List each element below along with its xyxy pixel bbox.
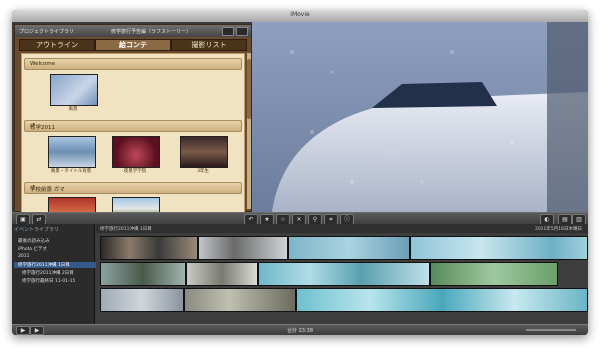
view-toggle-button[interactable] <box>222 27 234 36</box>
clip-caption: 3年生 <box>197 169 209 174</box>
event-date: 2011年5月16日木曜日 <box>534 227 582 232</box>
section-header: Welcome <box>24 58 242 70</box>
project-bar: プロジェクトライブラリ 修学旅行予告編（ラフストーリー） <box>15 25 251 37</box>
event-library: イベントライブラリ 最後の読み込み iPhoto ビデオ 2011 修学旅行20… <box>12 224 96 324</box>
clip-caption: 夜景学学院 <box>123 169 147 174</box>
viewer-frame <box>252 22 588 212</box>
event-title: 修学旅行2011沖縄 1日目 <box>100 227 152 232</box>
event-header: 修学旅行2011沖縄 1日目 2011年5月16日木曜日 <box>96 224 588 233</box>
library-item[interactable]: iPhoto ビデオ <box>18 246 47 252</box>
clip-filmstrip[interactable] <box>184 288 296 312</box>
clip-filmstrip[interactable] <box>258 262 430 286</box>
clip-filmstrip[interactable] <box>100 236 198 260</box>
total-duration: 合計 23:38 <box>287 328 313 334</box>
tab-shot-list[interactable]: 撮影リスト <box>171 39 247 51</box>
clip-filmstrip[interactable] <box>100 262 186 286</box>
project-library-button[interactable]: プロジェクトライブラリ <box>19 28 74 35</box>
section-header: 学校前景 ガマ ↺ <box>24 182 242 194</box>
clip-thumbnail[interactable] <box>50 74 98 106</box>
event-browser: 修学旅行2011沖縄 1日目 2011年5月16日木曜日 <box>96 224 588 324</box>
tab-outline[interactable]: アウトライン <box>19 39 95 51</box>
clip-filmstrip[interactable] <box>288 236 410 260</box>
clip-thumbnail[interactable] <box>180 136 228 168</box>
filmstrip-row <box>100 262 586 286</box>
clip-filmstrip[interactable] <box>410 236 588 260</box>
filmstrip-row <box>100 236 588 260</box>
library-title: イベントライブラリ <box>14 227 60 233</box>
section-title: Welcome <box>30 61 56 67</box>
clip-filmstrip[interactable] <box>430 262 558 286</box>
video-viewer <box>252 22 588 212</box>
window-title: iMovie <box>290 11 310 18</box>
undo-icon[interactable]: ↺ <box>30 184 237 191</box>
clip-thumbnail[interactable] <box>48 136 96 168</box>
filmstrip-row <box>100 288 588 312</box>
library-item[interactable]: 最後の読み込み <box>18 238 50 244</box>
clip-thumbnail[interactable] <box>112 136 160 168</box>
project-bar-controls <box>220 27 248 38</box>
clip-filmstrip[interactable] <box>198 236 288 260</box>
zoom-slider[interactable] <box>526 329 576 331</box>
clip-caption: 風景・タイトル背景 <box>50 169 92 174</box>
library-item-selected[interactable]: 修学旅行2011沖縄 1日目 <box>14 262 96 268</box>
project-pane: プロジェクトライブラリ 修学旅行予告編（ラフストーリー） アウトライン 絵コンテ… <box>14 24 252 213</box>
tab-storyboard[interactable]: 絵コンテ <box>95 39 171 51</box>
library-item-year[interactable]: 2011 <box>18 254 29 259</box>
clip-filmstrip[interactable] <box>186 262 258 286</box>
library-item[interactable]: 修学旅行2011沖縄 2日目 <box>22 270 74 276</box>
trailer-tabs: アウトライン 絵コンテ 撮影リスト <box>19 39 247 51</box>
clip-caption: 風景 <box>68 107 78 112</box>
imovie-window: iMovie プロジェクトライブラリ 修学旅行予告編（ラフストーリー） アウトラ… <box>12 10 588 335</box>
playback-button[interactable] <box>236 27 248 36</box>
project-title: 修学旅行予告編（ラフストーリー） <box>111 29 192 35</box>
top-area: プロジェクトライブラリ 修学旅行予告編（ラフストーリー） アウトライン 絵コンテ… <box>12 22 588 213</box>
event-area: イベントライブラリ 最後の読み込み iPhoto ビデオ 2011 修学旅行20… <box>12 224 588 324</box>
clip-filmstrip[interactable] <box>296 288 588 312</box>
undo-icon[interactable]: ↺ <box>30 122 237 129</box>
library-item[interactable]: 修学旅行最終日 11-01-15 <box>22 278 75 284</box>
storyboard-scroll-thumb[interactable] <box>247 59 251 119</box>
status-bar: ▶ ▶ 合計 23:38 <box>12 324 588 335</box>
storyboard: Welcome 風景 修学2011 ↺ 風景・タイトル背景 夜景学学院 3年生 … <box>21 53 245 213</box>
section-header: 修学2011 ↺ <box>24 120 242 132</box>
clip-filmstrip[interactable] <box>100 288 184 312</box>
clip-thumbnail[interactable] <box>112 197 160 212</box>
clip-thumbnail[interactable] <box>48 197 96 212</box>
